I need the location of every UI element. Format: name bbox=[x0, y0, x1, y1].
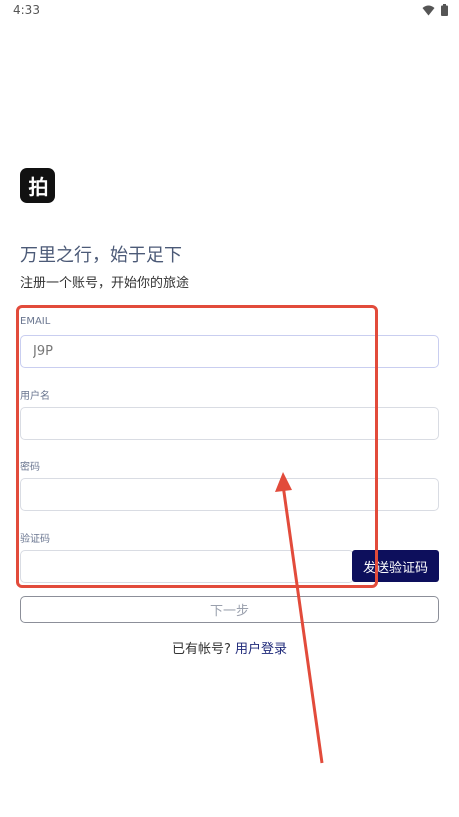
wifi-icon bbox=[422, 5, 435, 15]
app-logo-text: 拍 bbox=[28, 175, 49, 199]
username-label: 用户名 bbox=[20, 391, 50, 402]
password-field[interactable] bbox=[20, 478, 439, 511]
verification-code-field[interactable] bbox=[20, 550, 354, 583]
login-prompt: 已有帐号? 用户登录 bbox=[0, 638, 459, 657]
app-logo: 拍 bbox=[20, 168, 55, 203]
password-label: 密码 bbox=[20, 462, 40, 473]
username-field[interactable] bbox=[20, 407, 439, 440]
next-button[interactable]: 下一步 bbox=[20, 596, 439, 623]
status-bar: 4:33 bbox=[0, 0, 459, 22]
email-field[interactable] bbox=[20, 335, 439, 368]
battery-icon bbox=[441, 4, 448, 16]
login-prompt-text: 已有帐号? bbox=[171, 642, 231, 657]
email-label: EMAIL bbox=[20, 316, 51, 327]
login-link[interactable]: 用户登录 bbox=[235, 642, 287, 657]
code-label: 验证码 bbox=[20, 534, 50, 545]
page-heading: 万里之行，始于足下 bbox=[20, 245, 182, 266]
send-code-button[interactable]: 发送验证码 bbox=[352, 550, 439, 582]
status-time: 4:33 bbox=[13, 3, 40, 17]
page-subheading: 注册一个账号，开始你的旅途 bbox=[20, 276, 190, 291]
status-icons bbox=[422, 4, 448, 16]
